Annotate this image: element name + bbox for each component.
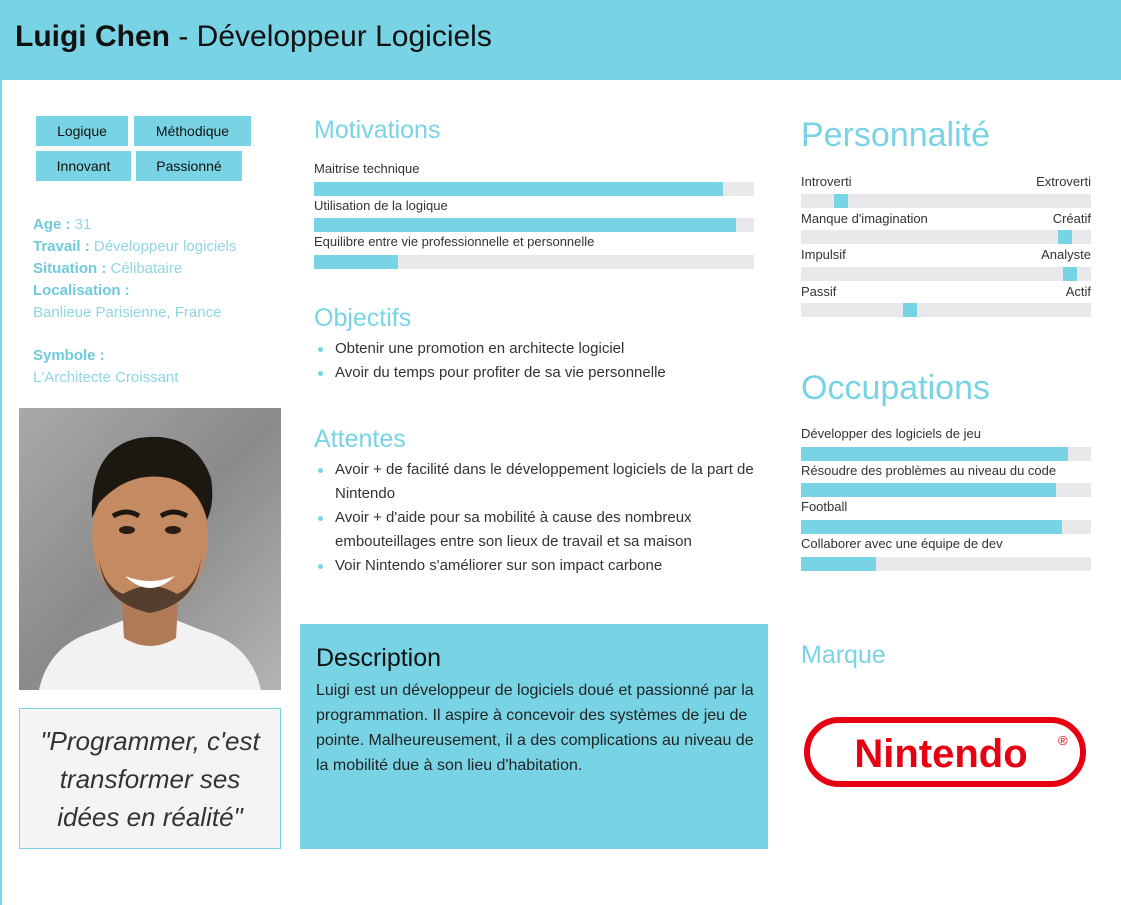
header-banner: Luigi Chen - Développeur Logiciels bbox=[0, 0, 1121, 80]
list-item: Avoir du temps pour profiter de sa vie p… bbox=[314, 361, 754, 385]
occupation-bar-fill bbox=[801, 447, 1068, 461]
brand-title: Marque bbox=[801, 641, 886, 669]
objectives-title: Objectifs bbox=[314, 304, 412, 332]
occupation-bar-fill bbox=[801, 520, 1062, 534]
persona-photo bbox=[19, 408, 281, 690]
motivation-bar bbox=[314, 218, 754, 232]
personality-right-label: Créatif bbox=[1052, 211, 1091, 226]
info-work: Travail : Développeur logiciels bbox=[33, 238, 237, 255]
portrait-illustration bbox=[19, 408, 281, 690]
page-title: Luigi Chen - Développeur Logiciels bbox=[15, 20, 492, 54]
description-text: Luigi est un développeur de logiciels do… bbox=[316, 682, 754, 774]
occupation-label: Collaborer avec une équipe de dev bbox=[801, 536, 1003, 551]
nintendo-logo: Nintendo ® bbox=[804, 717, 1086, 787]
motivation-label: Maitrise technique bbox=[314, 161, 420, 176]
personality-slider-marker bbox=[834, 194, 848, 208]
persona-quote: "Programmer, c'est transformer ses idées… bbox=[19, 708, 281, 849]
logo-registered-mark: ® bbox=[1058, 733, 1068, 748]
occupation-bar bbox=[801, 520, 1091, 534]
occupation-bar bbox=[801, 557, 1091, 571]
personality-slider-marker bbox=[1063, 267, 1077, 281]
personality-slider-marker bbox=[1058, 230, 1072, 244]
expectations-title: Attentes bbox=[314, 425, 406, 453]
motivation-bar-fill bbox=[314, 255, 398, 269]
info-symbol-label: Symbole : bbox=[33, 347, 105, 364]
personality-left-label: Manque d'imagination bbox=[801, 211, 928, 226]
motivation-label: Equilibre entre vie professionnelle et p… bbox=[314, 234, 595, 249]
trait-tag-innovant: Innovant bbox=[36, 151, 131, 181]
list-item: Avoir + de facilité dans le développemen… bbox=[314, 458, 764, 506]
expectations-list: Avoir + de facilité dans le développemen… bbox=[314, 458, 764, 578]
personality-title: Personnalité bbox=[801, 116, 991, 154]
objectives-list: Obtenir une promotion en architecte logi… bbox=[314, 337, 754, 385]
occupation-label: Développer des logiciels de jeu bbox=[801, 426, 981, 441]
title-separator: - bbox=[169, 20, 197, 53]
trait-tag-logique: Logique bbox=[36, 116, 128, 146]
description-title: Description bbox=[316, 644, 442, 672]
occupation-bar-fill bbox=[801, 483, 1056, 497]
personality-left-label: Passif bbox=[801, 284, 837, 299]
page-left-border bbox=[0, 80, 2, 905]
personality-right-label: Actif bbox=[1065, 284, 1091, 299]
occupations-title: Occupations bbox=[801, 369, 990, 407]
occupation-label: Football bbox=[801, 499, 848, 514]
personality-slider bbox=[801, 267, 1091, 281]
occupation-bar-fill bbox=[801, 557, 876, 571]
info-situation: Situation : Célibataire bbox=[33, 260, 183, 277]
occupation-bar bbox=[801, 483, 1091, 497]
personality-right-label: Extroverti bbox=[1036, 174, 1091, 189]
personality-left-label: Impulsif bbox=[801, 247, 846, 262]
trait-tag-passionne: Passionné bbox=[136, 151, 242, 181]
personality-slider bbox=[801, 194, 1091, 208]
motivations-title: Motivations bbox=[314, 116, 441, 144]
list-item: Obtenir une promotion en architecte logi… bbox=[314, 337, 754, 361]
motivation-bar bbox=[314, 255, 754, 269]
trait-tag-methodique: Méthodique bbox=[134, 116, 251, 146]
info-symbol-value: L'Architecte Croissant bbox=[33, 369, 179, 386]
persona-name: Luigi Chen bbox=[15, 20, 170, 53]
info-age: Age : 31 bbox=[33, 216, 92, 233]
list-item: Voir Nintendo s'améliorer sur son impact… bbox=[314, 554, 764, 578]
personality-slider bbox=[801, 303, 1091, 317]
persona-role: Développeur Logiciels bbox=[196, 20, 492, 53]
motivation-bar bbox=[314, 182, 754, 196]
motivation-bar-fill bbox=[314, 182, 723, 196]
motivation-label: Utilisation de la logique bbox=[314, 198, 448, 213]
description-box: Description Luigi est un développeur de … bbox=[300, 624, 768, 849]
occupation-label: Résoudre des problèmes au niveau du code bbox=[801, 463, 1057, 478]
info-location-label: Localisation : bbox=[33, 282, 130, 299]
personality-right-label: Analyste bbox=[1041, 247, 1091, 262]
motivation-bar-fill bbox=[314, 218, 736, 232]
info-location-value: Banlieue Parisienne, France bbox=[33, 304, 222, 321]
personality-slider-marker bbox=[903, 303, 917, 317]
list-item: Avoir + d'aide pour sa mobilité à cause … bbox=[314, 506, 764, 554]
occupation-bar bbox=[801, 447, 1091, 461]
logo-wordmark: Nintendo bbox=[854, 732, 1027, 776]
personality-left-label: Introverti bbox=[801, 174, 852, 189]
personality-slider bbox=[801, 230, 1091, 244]
